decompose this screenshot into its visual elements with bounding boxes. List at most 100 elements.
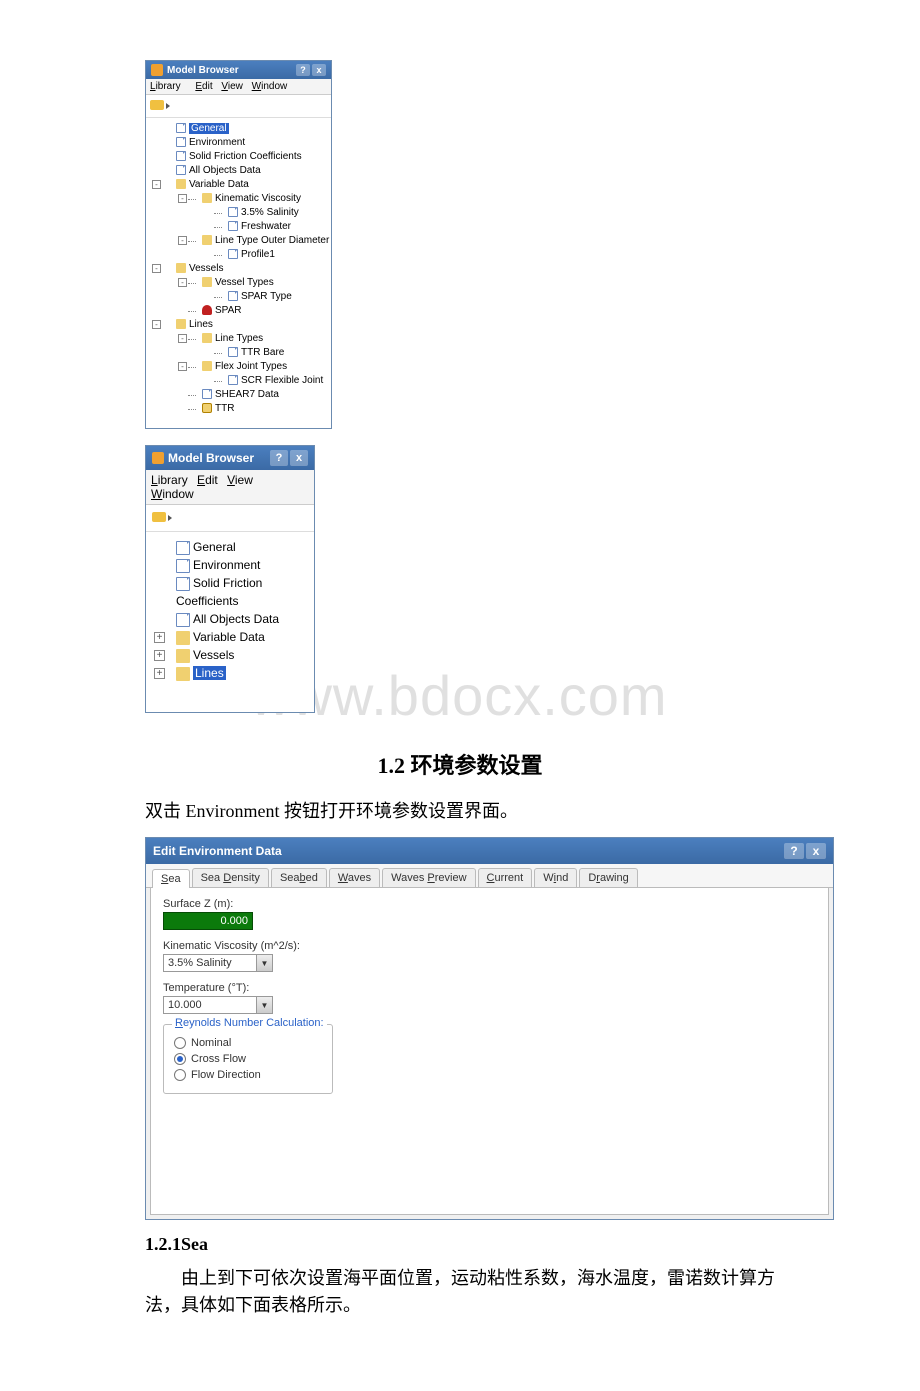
chevron-down-icon[interactable]: ▼ — [256, 997, 272, 1013]
radio-nominal[interactable]: Nominal — [174, 1037, 322, 1049]
collapse-icon[interactable]: - — [152, 320, 161, 329]
edit-environment-data-window: Edit Environment Data ? x Sea Sea Densit… — [145, 837, 834, 1220]
tree-item-all-objects[interactable]: All Objects Data — [162, 164, 327, 178]
temperature-combo[interactable]: 10.000 ▼ — [163, 996, 273, 1014]
doc-icon — [176, 151, 186, 161]
toolbar — [146, 505, 314, 532]
menu-view[interactable]: View — [227, 473, 253, 487]
expand-icon[interactable]: + — [154, 668, 165, 679]
kinematic-viscosity-combo[interactable]: 3.5% Salinity ▼ — [163, 954, 273, 972]
surface-z-input[interactable]: 0.000 — [163, 912, 253, 930]
tree-item-variable-data[interactable]: -Variable Data -Kinematic Viscosity 3.5%… — [162, 178, 327, 262]
menu-view[interactable]: View — [221, 81, 243, 92]
radio-icon — [174, 1053, 186, 1065]
tab-current[interactable]: Current — [478, 868, 533, 887]
tree-item-vessels[interactable]: -Vessels -Vessel Types SPAR Type SPAR — [162, 262, 327, 318]
kinematic-viscosity-value: 3.5% Salinity — [164, 955, 256, 971]
tab-waves-preview[interactable]: Waves Preview — [382, 868, 475, 887]
menubar: Library Edit View Window — [146, 79, 331, 95]
tree-item-spar[interactable]: SPAR — [188, 304, 327, 318]
tree-item-scr-flexible[interactable]: SCR Flexible Joint — [214, 374, 327, 388]
collapse-icon[interactable]: - — [178, 334, 187, 343]
folder-icon — [202, 361, 212, 371]
tree-item-shear7[interactable]: SHEAR7 Data — [188, 388, 327, 402]
radio-icon — [174, 1069, 186, 1081]
help-button[interactable]: ? — [296, 64, 310, 76]
radio-cross-flow[interactable]: Cross Flow — [174, 1053, 322, 1065]
tab-seabed[interactable]: Seabed — [271, 868, 327, 887]
open-folder-icon[interactable] — [150, 100, 164, 110]
tree-item-flex-joint-types[interactable]: -Flex Joint Types SCR Flexible Joint — [188, 360, 327, 388]
tree-item-vessel-types[interactable]: -Vessel Types SPAR Type — [188, 276, 327, 304]
collapse-icon[interactable]: - — [178, 362, 187, 371]
menu-window[interactable]: Window — [252, 81, 288, 92]
tree-item-general[interactable]: General — [154, 538, 308, 556]
collapse-icon[interactable]: - — [178, 194, 187, 203]
menu-library[interactable]: Library — [151, 473, 188, 487]
folder-icon — [176, 179, 186, 189]
doc-icon — [176, 559, 190, 573]
tree-item-spar-type[interactable]: SPAR Type — [214, 290, 327, 304]
close-button[interactable]: x — [290, 450, 308, 466]
tree-item-environment[interactable]: Environment — [154, 556, 308, 574]
tab-wind[interactable]: Wind — [534, 868, 577, 887]
model-tree-collapsed: General Environment Solid Friction Coeff… — [146, 532, 314, 712]
menu-edit[interactable]: Edit — [195, 81, 212, 92]
tree-item-ttr-bare[interactable]: TTR Bare — [214, 346, 327, 360]
tab-sea-density[interactable]: Sea Density — [192, 868, 269, 887]
help-button[interactable]: ? — [784, 843, 804, 859]
doc-icon — [176, 613, 190, 627]
tree-item-solid-friction[interactable]: Solid Friction Coefficients — [162, 150, 327, 164]
collapse-icon[interactable]: - — [178, 278, 187, 287]
model-browser-window-collapsed: Model Browser ? x Library Edit View Wind… — [145, 445, 315, 713]
open-folder-icon[interactable] — [152, 512, 166, 522]
doc-icon — [176, 541, 190, 555]
menu-window[interactable]: Window — [151, 487, 194, 501]
menu-edit[interactable]: Edit — [197, 473, 218, 487]
model-browser-window-expanded: Model Browser ? x Library Edit View Wind… — [145, 60, 332, 429]
tree-item-environment[interactable]: Environment — [162, 136, 327, 150]
tree-item-lines[interactable]: -Lines -Line Types TTR Bare -Flex Joint … — [162, 318, 327, 416]
collapse-icon[interactable]: - — [178, 236, 187, 245]
tree-item-profile1[interactable]: Profile1 — [214, 248, 327, 262]
doc-icon — [176, 123, 186, 133]
tree-item-all-objects[interactable]: All Objects Data — [154, 610, 308, 628]
tree-item-solid-friction[interactable]: Solid Friction Coefficients — [154, 574, 308, 610]
folder-icon — [176, 649, 190, 663]
tree-item-kinematic-viscosity[interactable]: -Kinematic Viscosity 3.5% Salinity Fresh… — [188, 192, 327, 234]
collapse-icon[interactable]: - — [152, 264, 161, 273]
tab-drawing[interactable]: Drawing — [579, 868, 637, 887]
tab-strip: Sea Sea Density Seabed Waves Waves Previ… — [146, 864, 833, 888]
folder-icon — [202, 235, 212, 245]
window-titlebar[interactable]: Model Browser ? x — [146, 61, 331, 79]
close-button[interactable]: x — [312, 64, 326, 76]
expand-icon[interactable]: + — [154, 650, 165, 661]
tree-item-lines[interactable]: +Lines — [154, 664, 308, 682]
folder-icon — [202, 277, 212, 287]
radio-icon — [174, 1037, 186, 1049]
tree-item-general[interactable]: General — [162, 122, 327, 136]
collapse-icon[interactable]: - — [152, 180, 161, 189]
help-button[interactable]: ? — [270, 450, 288, 466]
tree-item-vessels[interactable]: +Vessels — [154, 646, 308, 664]
toolbar — [146, 95, 331, 118]
tab-sea[interactable]: Sea — [152, 869, 190, 888]
tree-item-line-types[interactable]: -Line Types TTR Bare — [188, 332, 327, 360]
window-titlebar[interactable]: Edit Environment Data ? x — [146, 838, 833, 864]
close-button[interactable]: x — [806, 843, 826, 859]
line-icon — [202, 403, 212, 413]
menu-library[interactable]: Library — [150, 81, 187, 92]
tree-item-ttr[interactable]: TTR — [188, 402, 327, 416]
tree-item-variable-data[interactable]: +Variable Data — [154, 628, 308, 646]
folder-icon — [176, 667, 190, 681]
doc-icon — [202, 389, 212, 399]
tab-waves[interactable]: Waves — [329, 868, 380, 887]
radio-flow-direction[interactable]: Flow Direction — [174, 1069, 322, 1081]
window-titlebar[interactable]: Model Browser ? x — [146, 446, 314, 470]
expand-icon[interactable]: + — [154, 632, 165, 643]
tree-item-salinity[interactable]: 3.5% Salinity — [214, 206, 327, 220]
chevron-down-icon[interactable]: ▼ — [256, 955, 272, 971]
tree-item-line-type-outer[interactable]: -Line Type Outer Diameter Profile1 — [188, 234, 327, 262]
tree-item-freshwater[interactable]: Freshwater — [214, 220, 327, 234]
doc-icon — [176, 577, 190, 591]
